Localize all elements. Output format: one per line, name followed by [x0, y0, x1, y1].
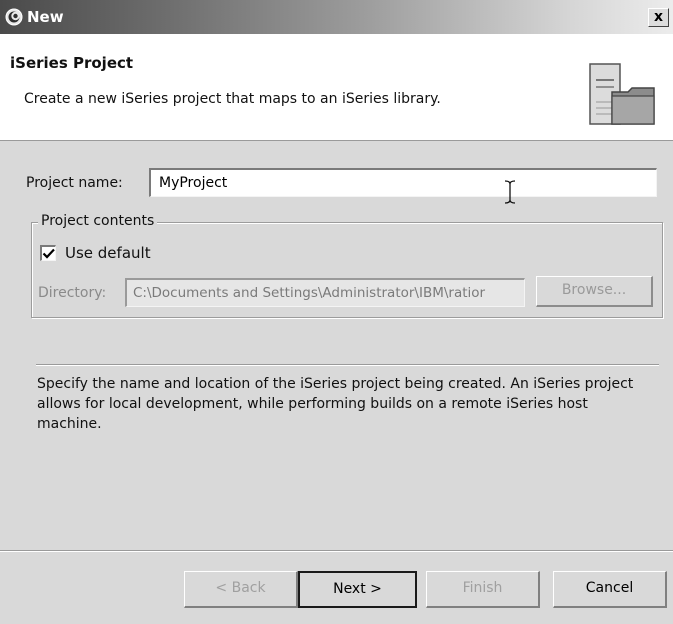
directory-label: Directory: — [38, 285, 107, 301]
page-title: iSeries Project — [10, 54, 134, 72]
use-default-checkbox[interactable] — [40, 245, 56, 261]
close-icon: x — [653, 9, 664, 25]
page-description: Create a new iSeries project that maps t… — [24, 91, 441, 107]
title-bar[interactable]: New x — [0, 0, 673, 34]
browse-button[interactable]: Browse... — [536, 276, 653, 307]
checkmark-icon — [42, 248, 55, 259]
finish-button[interactable]: Finish — [426, 571, 540, 608]
next-button[interactable]: Next > — [298, 571, 417, 608]
project-name-input[interactable] — [149, 168, 657, 197]
directory-input[interactable] — [125, 278, 525, 307]
text-cursor-icon — [504, 180, 516, 208]
project-contents-legend: Project contents — [38, 213, 158, 229]
help-text: Specify the name and location of the iSe… — [37, 376, 634, 432]
window-title: New — [27, 8, 64, 26]
divider — [36, 364, 659, 366]
new-wizard-dialog: New x iSeries Project Create a new iSeri… — [0, 0, 673, 624]
back-button[interactable]: < Back — [184, 571, 298, 608]
cancel-button[interactable]: Cancel — [553, 571, 667, 608]
project-name-label: Project name: — [26, 175, 123, 191]
iseries-project-wizard-icon — [588, 62, 658, 131]
wizard-banner: iSeries Project Create a new iSeries pro… — [0, 34, 673, 141]
eclipse-app-icon — [5, 8, 23, 26]
button-bar-divider — [0, 550, 673, 552]
close-button[interactable]: x — [648, 8, 669, 27]
use-default-label[interactable]: Use default — [65, 244, 151, 262]
